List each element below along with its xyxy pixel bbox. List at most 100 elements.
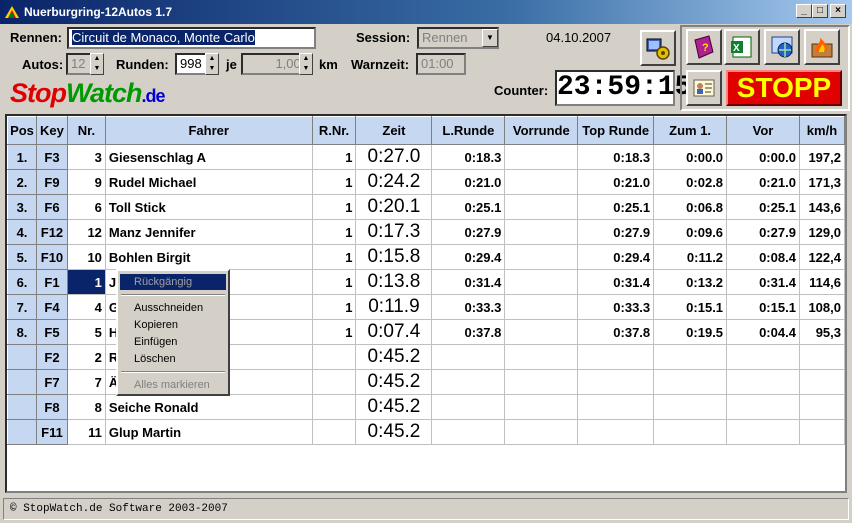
cell-nr[interactable]: 12 xyxy=(66,219,106,245)
cell-rnr: 1 xyxy=(311,294,357,320)
table-row[interactable]: 5. F10 10 Bohlen Birgit 1 0:15.8 0:29.4 0:29.4 0… xyxy=(7,244,845,270)
cell-nr[interactable]: 8 xyxy=(66,394,106,420)
table-row[interactable]: 1. F3 3 Giesenschlag A 1 0:27.0 0:18.3 0:18.3 0:… xyxy=(7,144,845,170)
cell-lrunde: 0:31.4 xyxy=(431,269,506,295)
help-book-icon: ? xyxy=(694,35,714,59)
cell-zeit: 0:11.9 xyxy=(355,294,433,320)
table-row[interactable]: F11 11 Glup Martin 0:45.2 xyxy=(7,419,845,445)
cell-rnr xyxy=(311,394,357,420)
cell-nr[interactable]: 5 xyxy=(66,319,106,345)
cell-fahrer[interactable]: Seiche Ronald xyxy=(104,394,313,420)
cell-vorrunde xyxy=(504,269,579,295)
cell-fahrer[interactable]: Rudel Michael xyxy=(104,169,313,195)
cell-vor xyxy=(726,344,800,370)
runden-label: Runden: xyxy=(116,57,169,72)
help-button[interactable]: ? xyxy=(686,29,722,65)
column-header-top[interactable]: Top Runde xyxy=(577,116,655,145)
warnzeit-input[interactable]: 01:00 xyxy=(416,53,466,75)
cell-pos: 1. xyxy=(7,144,37,170)
column-header-vorrunde[interactable]: Vorrunde xyxy=(504,116,579,145)
cell-nr[interactable]: 6 xyxy=(66,194,106,220)
context-copy[interactable]: Kopieren xyxy=(120,317,226,333)
table-row[interactable]: F8 8 Seiche Ronald 0:45.2 xyxy=(7,394,845,420)
context-paste[interactable]: Einfügen xyxy=(120,334,226,350)
maximize-button[interactable]: □ xyxy=(812,4,828,18)
column-header-nr[interactable]: Nr. xyxy=(66,116,106,145)
session-dropdown-button[interactable]: ▼ xyxy=(482,29,498,47)
settings-button[interactable] xyxy=(640,30,676,66)
svg-text:X: X xyxy=(733,43,740,54)
column-header-zeit[interactable]: Zeit xyxy=(355,116,433,145)
cell-zeit: 0:45.2 xyxy=(355,344,433,370)
cell-zum1 xyxy=(653,369,728,395)
je-km-spinner[interactable]: ▲ ▼ xyxy=(299,53,313,75)
web-export-button[interactable] xyxy=(764,29,800,65)
cell-key: F8 xyxy=(35,394,68,420)
title-bar[interactable]: Nuerburgring-12Autos 1.7 _ □ × xyxy=(0,0,852,24)
race-date: 04.10.2007 xyxy=(546,30,612,45)
driver-card-button[interactable] xyxy=(686,70,722,106)
table-row[interactable]: 3. F6 6 Toll Stick 1 0:20.1 0:25.1 0:25.1 0:06.8… xyxy=(7,194,845,220)
cell-rnr: 1 xyxy=(311,194,357,220)
column-header-zum1[interactable]: Zum 1. xyxy=(653,116,728,145)
cell-nr[interactable]: 9 xyxy=(66,169,106,195)
column-header-kmh[interactable]: km/h xyxy=(798,116,845,145)
cell-nr[interactable]: 10 xyxy=(66,244,106,270)
cell-fahrer[interactable]: Glup Martin xyxy=(104,419,313,445)
cell-zum1: 0:13.2 xyxy=(653,269,728,295)
cell-nr[interactable]: 2 xyxy=(66,344,106,370)
table-row[interactable]: 2. F9 9 Rudel Michael 1 0:24.2 0:21.0 0:21.0 0:0… xyxy=(7,169,845,195)
rennen-input[interactable]: Circuit de Monaco, Monte Carlo xyxy=(67,27,316,49)
cell-pos: 5. xyxy=(7,244,37,270)
stopp-button[interactable]: STOPP xyxy=(726,70,842,106)
column-header-pos[interactable]: Pos xyxy=(7,116,37,145)
cell-rnr: 1 xyxy=(311,219,357,245)
cell-top: 0:25.1 xyxy=(577,194,655,220)
status-bar: © StopWatch.de Software 2003-2007 xyxy=(3,498,849,520)
column-header-fahrer[interactable]: Fahrer xyxy=(104,116,313,145)
cell-nr[interactable]: 4 xyxy=(66,294,106,320)
cell-nr[interactable]: 3 xyxy=(66,144,106,170)
cell-top: 0:29.4 xyxy=(577,244,655,270)
cell-vor: 0:04.4 xyxy=(726,319,800,345)
cell-zeit: 0:17.3 xyxy=(355,219,433,245)
context-select-all[interactable]: Alles markieren xyxy=(120,377,226,393)
cell-nr[interactable]: 7 xyxy=(66,369,106,395)
cell-zeit: 0:45.2 xyxy=(355,419,433,445)
cell-vor: 0:21.0 xyxy=(726,169,800,195)
cell-nr[interactable]: 1 xyxy=(66,269,106,295)
cell-zum1: 0:02.8 xyxy=(653,169,728,195)
table-row[interactable]: 4. F12 12 Manz Jennifer 1 0:17.3 0:27.9 0:27.9 0… xyxy=(7,219,845,245)
cell-vorrunde xyxy=(504,369,579,395)
cell-vor xyxy=(726,419,800,445)
cell-fahrer[interactable]: Giesenschlag A xyxy=(104,144,313,170)
cell-fahrer[interactable]: Manz Jennifer xyxy=(104,219,313,245)
cell-pos: 7. xyxy=(7,294,37,320)
fire-button[interactable] xyxy=(804,29,840,65)
context-undo[interactable]: Rückgängig xyxy=(120,274,226,290)
context-cut[interactable]: Ausschneiden xyxy=(120,300,226,316)
cell-fahrer[interactable]: Toll Stick xyxy=(104,194,313,220)
runden-spinner[interactable]: ▲ ▼ xyxy=(205,53,219,75)
cell-pos: 3. xyxy=(7,194,37,220)
column-header-key[interactable]: Key xyxy=(35,116,68,145)
excel-icon: X xyxy=(731,36,752,58)
cell-lrunde: 0:21.0 xyxy=(431,169,506,195)
column-header-rnr[interactable]: R.Nr. xyxy=(311,116,357,145)
cell-lrunde xyxy=(431,369,506,395)
excel-export-button[interactable]: X xyxy=(724,29,760,65)
cell-zum1: 0:19.5 xyxy=(653,319,728,345)
cell-rnr: 1 xyxy=(311,169,357,195)
column-header-lrunde[interactable]: L.Runde xyxy=(431,116,506,145)
cell-nr[interactable]: 11 xyxy=(66,419,106,445)
cell-vor: 0:31.4 xyxy=(726,269,800,295)
cell-key: F6 xyxy=(35,194,68,220)
cell-fahrer[interactable]: Bohlen Birgit xyxy=(104,244,313,270)
minimize-button[interactable]: _ xyxy=(796,4,812,18)
autos-spinner[interactable]: ▲ ▼ xyxy=(90,53,104,75)
cell-vor: 0:25.1 xyxy=(726,194,800,220)
column-header-vor[interactable]: Vor xyxy=(726,116,800,145)
close-button[interactable]: × xyxy=(830,4,846,18)
rennen-label: Rennen: xyxy=(10,30,62,45)
context-delete[interactable]: Löschen xyxy=(120,351,226,367)
